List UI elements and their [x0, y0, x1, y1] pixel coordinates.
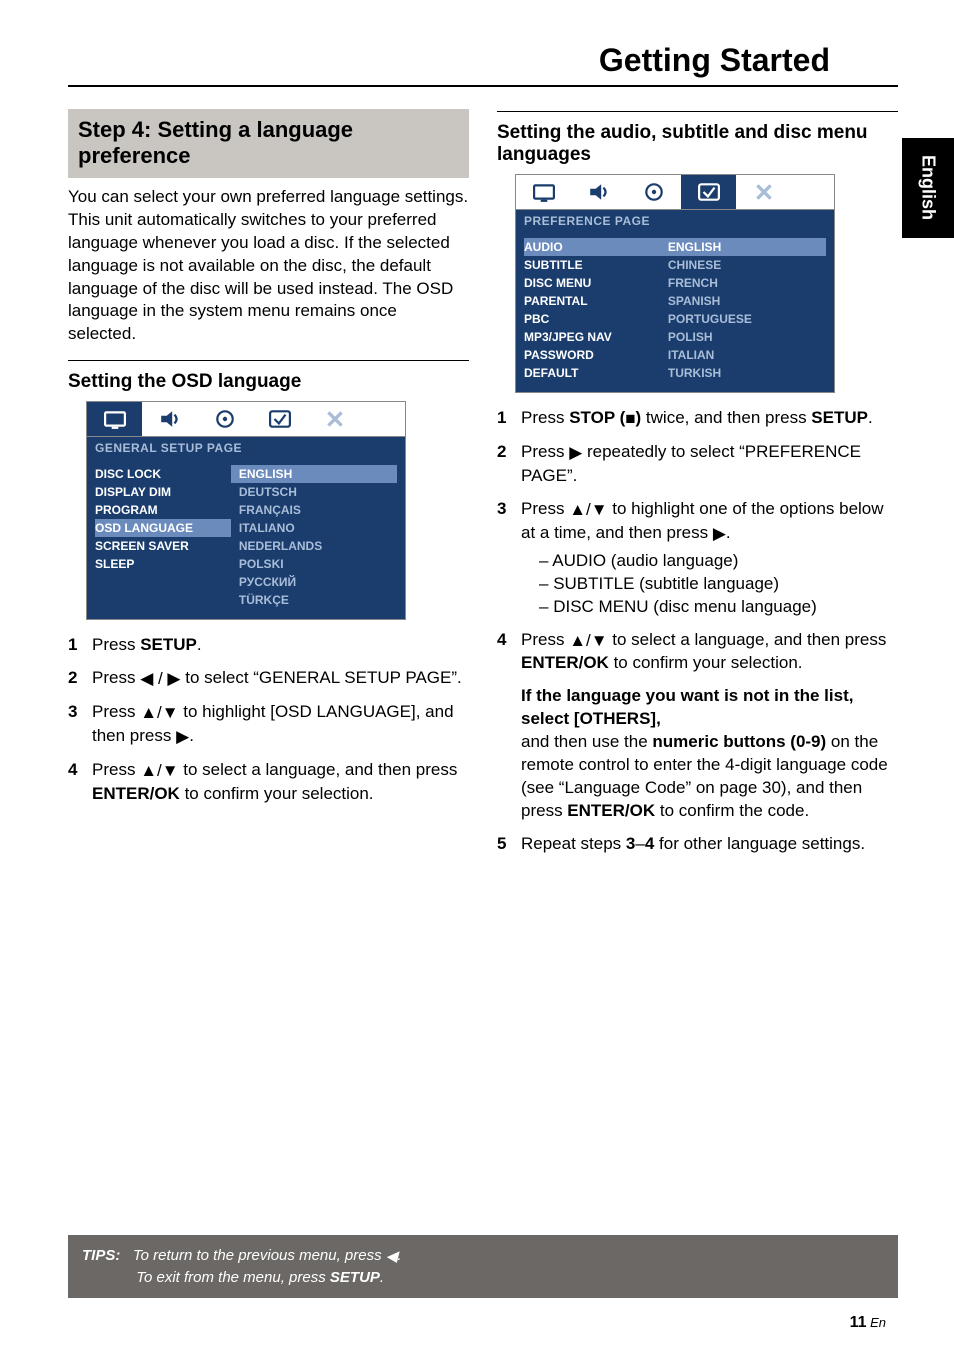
osd-value: POLISH — [660, 328, 826, 346]
osd-value: PORTUGUESE — [660, 310, 826, 328]
osd-tabs — [87, 402, 405, 437]
osd-value: ENGLISH — [660, 238, 826, 256]
right-column: Setting the audio, subtitle and disc men… — [497, 109, 898, 866]
right-icon: ▶ — [713, 523, 726, 546]
osd-value: ITALIAN — [660, 346, 826, 364]
osd-general-setup: GENERAL SETUP PAGE DISC LOCKENGLISH DISP… — [86, 401, 406, 620]
osd-item: SLEEP — [95, 555, 231, 573]
osd-item — [95, 573, 231, 591]
osd-value: DEUTSCH — [231, 483, 397, 501]
language-tab: English — [902, 138, 954, 238]
osd-item: SCREEN SAVER — [95, 537, 231, 555]
columns: Step 4: Setting a language preference Yo… — [68, 109, 898, 866]
osd-item: DISC MENU — [524, 274, 660, 292]
osd-item: SUBTITLE — [524, 256, 660, 274]
osd-item — [95, 591, 231, 609]
osd-page-label: PREFERENCE PAGE — [516, 210, 834, 232]
speaker-icon — [142, 402, 197, 436]
stop-icon: ■ — [625, 408, 635, 431]
osd-value: NEDERLANDS — [231, 537, 397, 555]
osd-preference: PREFERENCE PAGE AUDIOENGLISH SUBTITLECHI… — [515, 174, 835, 393]
osd-value: SPANISH — [660, 292, 826, 310]
osd-item: PROGRAM — [95, 501, 231, 519]
osd-value: FRANÇAIS — [231, 501, 397, 519]
osd-value: POLSKI — [231, 555, 397, 573]
speaker-icon — [571, 175, 626, 209]
up-down-icon: ▲/▼ — [140, 760, 178, 783]
tips-label: TIPS: — [82, 1247, 120, 1264]
step-2: Press ◀ / ▶ to select “GENERAL SETUP PAG… — [68, 667, 469, 691]
left-column: Step 4: Setting a language preference Yo… — [68, 109, 469, 866]
audio-subtitle-heading: Setting the audio, subtitle and disc men… — [497, 122, 898, 166]
step-3: Press ▲/▼ to highlight one of the option… — [497, 498, 898, 619]
left-right-icon: ◀ / ▶ — [140, 668, 180, 691]
right-icon: ▶ — [176, 726, 189, 749]
left-steps: Press SETUP. Press ◀ / ▶ to select “GENE… — [68, 634, 469, 806]
left-icon: ◀ — [386, 1246, 398, 1267]
tv-icon — [516, 175, 571, 209]
osd-value: TURKISH — [660, 364, 826, 382]
up-down-icon: ▲/▼ — [569, 630, 607, 653]
x-icon — [307, 402, 362, 436]
up-down-icon: ▲/▼ — [569, 499, 607, 522]
osd-value: FRENCH — [660, 274, 826, 292]
osd-item: AUDIO — [524, 238, 660, 256]
sub-item: SUBTITLE (subtitle language) — [539, 573, 898, 596]
osd-item: PARENTAL — [524, 292, 660, 310]
osd-item: PASSWORD — [524, 346, 660, 364]
osd-item: DISC LOCK — [95, 465, 231, 483]
tv-icon — [87, 402, 142, 436]
osd-body: DISC LOCKENGLISH DISPLAY DIMDEUTSCH PROG… — [87, 459, 405, 619]
osd-item: PBC — [524, 310, 660, 328]
x-icon — [736, 175, 791, 209]
step-2: Press ▶ repeatedly to select “PREFERENCE… — [497, 441, 898, 488]
osd-page-label: GENERAL SETUP PAGE — [87, 437, 405, 459]
osd-item: DISPLAY DIM — [95, 483, 231, 501]
osd-value: РУССКИЙ — [231, 573, 397, 591]
step-3-sublist: AUDIO (audio language) SUBTITLE (subtitl… — [521, 550, 898, 619]
disc-icon — [197, 402, 252, 436]
osd-tabs — [516, 175, 834, 210]
section-rule — [68, 360, 469, 361]
section-rule — [497, 111, 898, 112]
check-icon — [681, 175, 736, 209]
osd-value: ITALIANO — [231, 519, 397, 537]
intro-paragraph: You can select your own preferred langua… — [68, 186, 469, 347]
right-steps: Press STOP (■) twice, and then press SET… — [497, 407, 898, 856]
tips-bar: TIPS: To return to the previous menu, pr… — [68, 1235, 898, 1298]
step-1: Press SETUP. — [68, 634, 469, 657]
title-rule — [68, 85, 898, 87]
page-title: Getting Started — [68, 42, 900, 79]
right-icon: ▶ — [569, 442, 582, 465]
osd-value: TÜRKÇE — [231, 591, 397, 609]
step-4: Press ▲/▼ to select a language, and then… — [68, 759, 469, 806]
up-down-icon: ▲/▼ — [140, 702, 178, 725]
page-number: 11 En — [850, 1314, 886, 1332]
sub-item: DISC MENU (disc menu language) — [539, 596, 898, 619]
step-5: Repeat steps 3–4 for other language sett… — [497, 833, 898, 856]
osd-item: MP3/JPEG NAV — [524, 328, 660, 346]
osd-item: DEFAULT — [524, 364, 660, 382]
step4-heading: Step 4: Setting a language preference — [68, 109, 469, 178]
step-3: Press ▲/▼ to highlight [OSD LANGUAGE], a… — [68, 701, 469, 749]
step-4: Press ▲/▼ to select a language, and then… — [497, 629, 898, 824]
osd-value: CHINESE — [660, 256, 826, 274]
osd-body: AUDIOENGLISH SUBTITLECHINESE DISC MENUFR… — [516, 232, 834, 392]
step-1: Press STOP (■) twice, and then press SET… — [497, 407, 898, 431]
osd-item: OSD LANGUAGE — [95, 519, 231, 537]
page: Getting Started English Step 4: Setting … — [0, 0, 954, 1368]
osd-value: ENGLISH — [231, 465, 397, 483]
disc-icon — [626, 175, 681, 209]
osd-language-heading: Setting the OSD language — [68, 371, 469, 393]
others-note: If the language you want is not in the l… — [521, 685, 898, 823]
check-icon — [252, 402, 307, 436]
sub-item: AUDIO (audio language) — [539, 550, 898, 573]
